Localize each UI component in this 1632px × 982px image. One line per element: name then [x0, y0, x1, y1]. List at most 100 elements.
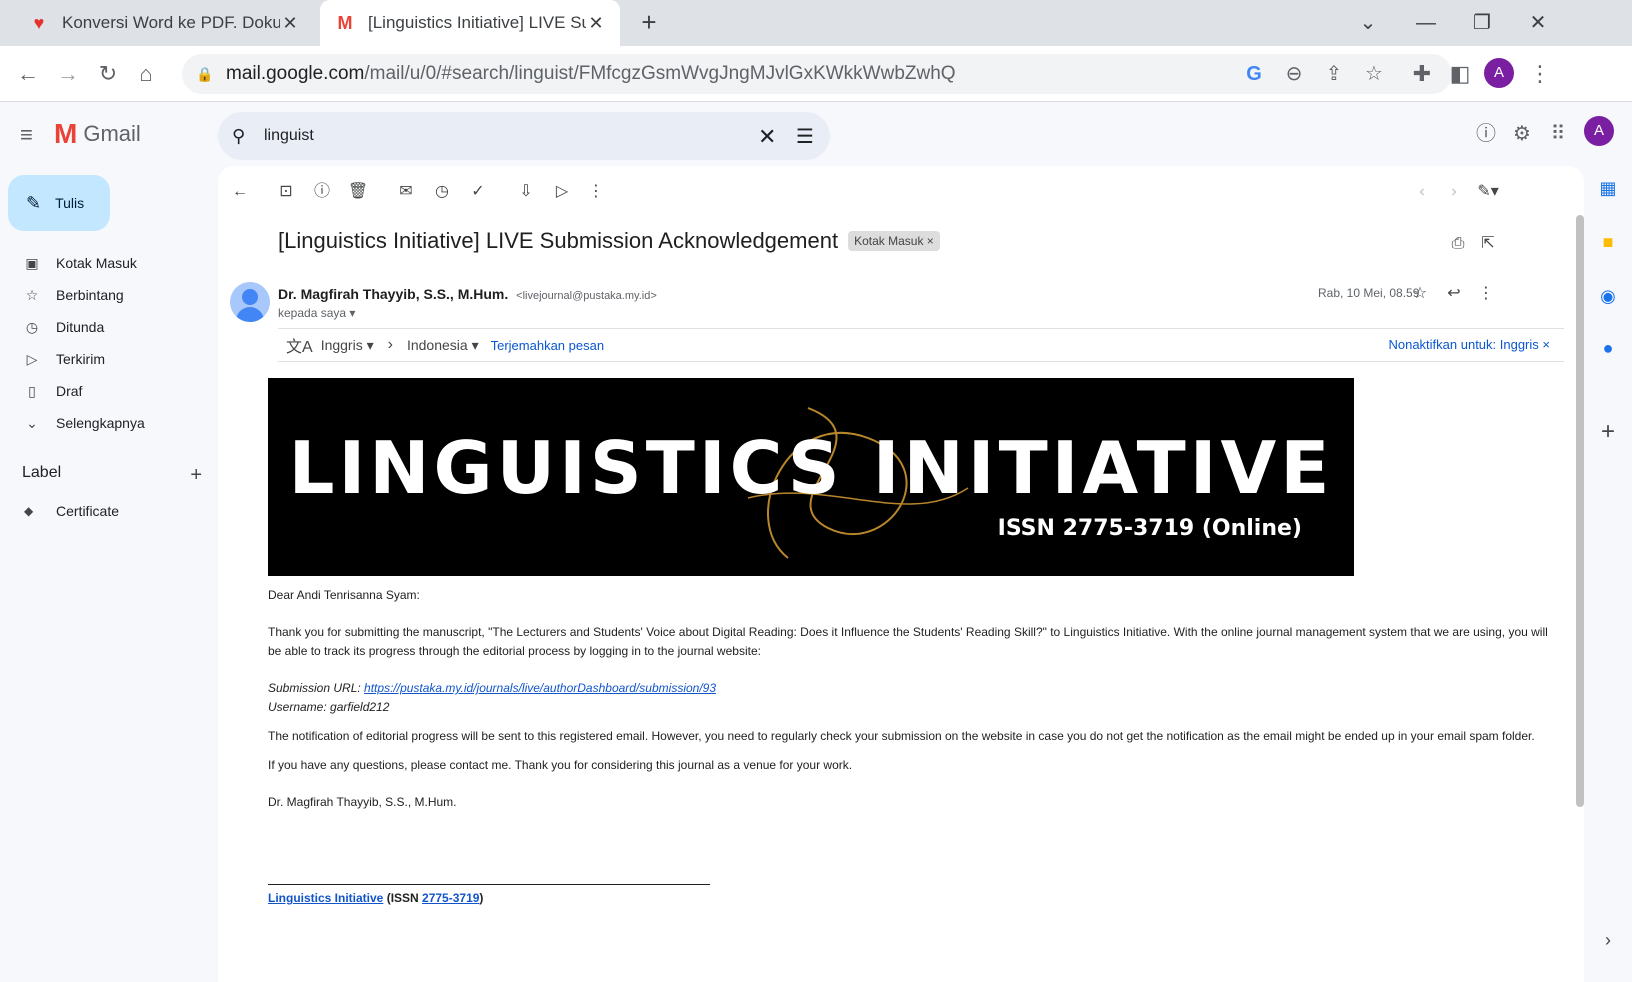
sidebar-item-starred[interactable]: ☆ Berbintang — [0, 279, 210, 311]
body-paragraph: The notification of editorial progress w… — [268, 729, 1535, 743]
inbox-label-chip[interactable]: Kotak Masuk × — [848, 231, 940, 251]
reload-icon[interactable]: ↻ — [92, 58, 124, 90]
footer-line: Linguistics Initiative (ISSN 2775-3719) — [268, 891, 484, 905]
back-icon[interactable]: ← — [12, 58, 44, 90]
zoom-icon[interactable]: ⊖ — [1278, 58, 1310, 90]
close-icon[interactable]: ✕ — [586, 13, 606, 34]
chevron-down-icon: ⌄ — [26, 414, 38, 431]
archive-icon[interactable]: ⊡ — [272, 178, 300, 206]
side-apps-panel: ▦ ■ ◉ ● + › — [1584, 166, 1632, 982]
add-to-tasks-icon[interactable]: ✓ — [464, 178, 492, 206]
journal-link[interactable]: Linguistics Initiative — [268, 891, 383, 905]
more-options-icon[interactable]: ⋮ — [582, 178, 610, 206]
email-subject: [Linguistics Initiative] LIVE Submission… — [278, 228, 940, 254]
translate-message-link[interactable]: Terjemahkan pesan — [491, 338, 604, 353]
reply-icon[interactable]: ↩ — [1440, 280, 1468, 308]
new-tab-button[interactable]: + — [634, 8, 664, 38]
message-more-icon[interactable]: ⋮ — [1472, 280, 1500, 308]
tasks-icon[interactable]: ◉ — [1592, 280, 1624, 312]
submission-url-line: Submission URL: https://pustaka.my.id/jo… — [268, 681, 717, 695]
side-panel-icon[interactable]: ◧ — [1444, 58, 1476, 90]
sidebar-item-more[interactable]: ⌄ Selengkapnya — [0, 407, 210, 439]
gmail-wordmark: Gmail — [83, 121, 141, 146]
input-tools-icon[interactable]: ✎▾ — [1474, 178, 1502, 206]
keep-icon[interactable]: ■ — [1592, 226, 1624, 258]
star-message-icon[interactable]: ☆ — [1406, 280, 1434, 308]
account-avatar[interactable]: A — [1584, 116, 1616, 148]
delete-icon[interactable]: 🗑 — [344, 178, 372, 206]
snooze-icon[interactable]: ◷ — [428, 178, 456, 206]
bookmark-star-icon[interactable]: ☆ — [1358, 58, 1390, 90]
minimize-icon[interactable]: — — [1406, 6, 1446, 40]
print-icon[interactable]: ⎙ — [1444, 230, 1472, 258]
forward-icon[interactable]: → — [52, 58, 84, 90]
source-language-select[interactable]: Inggris ▾ — [321, 337, 374, 354]
signature: Dr. Magfirah Thayyib, S.S., M.Hum. — [268, 795, 457, 809]
star-icon: ☆ — [25, 286, 39, 303]
message-pane: ← ⊡ ⓘ 🗑 ✉ ◷ ✓ ⇩ ▷ ⋮ ‹ › ✎▾ [Linguistics … — [218, 166, 1584, 982]
compose-button[interactable]: ✎ Tulis — [8, 175, 110, 231]
sidebar-item-inbox[interactable]: ▣ Kotak Masuk — [0, 247, 210, 279]
mark-unread-icon[interactable]: ✉ — [392, 178, 420, 206]
disable-translate-link[interactable]: Nonaktifkan untuk: Inggris × — [1388, 337, 1550, 352]
search-icon[interactable]: ⚲ — [232, 126, 256, 147]
draft-icon: ▯ — [28, 382, 36, 399]
submission-url-link[interactable]: https://pustaka.my.id/journals/live/auth… — [364, 681, 716, 695]
get-addons-icon[interactable]: + — [1592, 416, 1624, 448]
label-tag-icon: ◆ — [24, 504, 34, 518]
search-input[interactable] — [264, 127, 744, 145]
share-icon[interactable]: ⇪ — [1318, 58, 1350, 90]
tab-search-icon[interactable]: ⌄ — [1348, 6, 1388, 40]
main-menu-icon[interactable]: ≡ — [20, 122, 33, 148]
tab-title: [Linguistics Initiative] LIVE Submi — [368, 13, 586, 32]
send-icon: ▷ — [26, 350, 38, 367]
settings-gear-icon[interactable]: ⚙ — [1506, 118, 1538, 150]
browser-tab-ilovepdf[interactable]: ♥ Konversi Word ke PDF. Dokumen ✕ — [14, 0, 314, 46]
add-label-icon[interactable]: + — [190, 464, 202, 487]
sidebar-label-certificate[interactable]: ◆ Certificate — [24, 503, 119, 519]
calendar-icon[interactable]: ▦ — [1592, 172, 1624, 204]
recipient-line[interactable]: kepada saya ▾ — [278, 306, 355, 320]
search-options-icon[interactable]: ☰ — [796, 124, 814, 149]
search-bar: ⚲ ✕ ☰ — [218, 112, 830, 160]
sidebar-item-snoozed[interactable]: ◷ Ditunda — [0, 311, 210, 343]
home-icon[interactable]: ⌂ — [130, 58, 162, 90]
back-to-list-icon[interactable]: ← — [226, 178, 254, 206]
move-to-icon[interactable]: ⇩ — [512, 178, 540, 206]
clock-icon: ◷ — [25, 318, 39, 335]
older-message-icon[interactable]: › — [1440, 178, 1468, 206]
signature-divider — [268, 884, 710, 885]
sidebar-item-drafts[interactable]: ▯ Draf — [0, 375, 210, 407]
username-line: Username: garfield212 — [268, 700, 390, 714]
restore-icon[interactable]: ❐ — [1462, 6, 1502, 40]
gmail-logo[interactable]: M Gmail — [54, 118, 141, 150]
sender-name[interactable]: Dr. Magfirah Thayyib, S.S., M.Hum. — [278, 286, 508, 302]
browser-menu-icon[interactable]: ⋮ — [1524, 58, 1556, 90]
label-icon[interactable]: ▷ — [548, 178, 576, 206]
profile-avatar[interactable]: A — [1484, 58, 1516, 90]
sidebar-item-sent[interactable]: ▷ Terkirim — [0, 343, 210, 375]
open-new-window-icon[interactable]: ⇱ — [1474, 230, 1502, 258]
address-bar[interactable]: 🔒 mail.google.com/mail/u/0/#search/lingu… — [182, 54, 1452, 94]
email-body: Dear Andi Tenrisanna Syam: Thank you for… — [268, 586, 1554, 908]
heart-icon: ♥ — [33, 12, 45, 33]
browser-tab-strip: ♥ Konversi Word ke PDF. Dokumen ✕ M [Lin… — [0, 0, 1632, 46]
target-language-select[interactable]: Indonesia ▾ — [407, 337, 479, 354]
google-translate-icon[interactable]: G — [1238, 58, 1270, 90]
report-spam-icon[interactable]: ⓘ — [308, 178, 336, 206]
gmail-header: ≡ M Gmail ⚲ ✕ ☰ ⓘ ⚙ ⠿ A — [0, 102, 1632, 166]
close-icon[interactable]: ✕ — [280, 13, 300, 34]
banner-issn: ISSN 2775-3719 (Online) — [997, 516, 1302, 541]
contacts-icon[interactable]: ● — [1592, 332, 1624, 364]
expand-panel-icon[interactable]: › — [1592, 924, 1624, 956]
clear-search-icon[interactable]: ✕ — [758, 124, 776, 150]
window-close-icon[interactable]: ✕ — [1518, 6, 1558, 40]
scrollbar[interactable] — [1576, 215, 1584, 807]
browser-tab-gmail[interactable]: M [Linguistics Initiative] LIVE Submi ✕ — [320, 0, 620, 46]
extensions-icon[interactable]: ✚ — [1406, 58, 1438, 90]
sender-avatar[interactable] — [230, 282, 270, 322]
newer-message-icon[interactable]: ‹ — [1408, 178, 1436, 206]
help-icon[interactable]: ⓘ — [1470, 118, 1502, 150]
apps-grid-icon[interactable]: ⠿ — [1542, 118, 1574, 150]
issn-link[interactable]: 2775-3719 — [422, 891, 479, 905]
